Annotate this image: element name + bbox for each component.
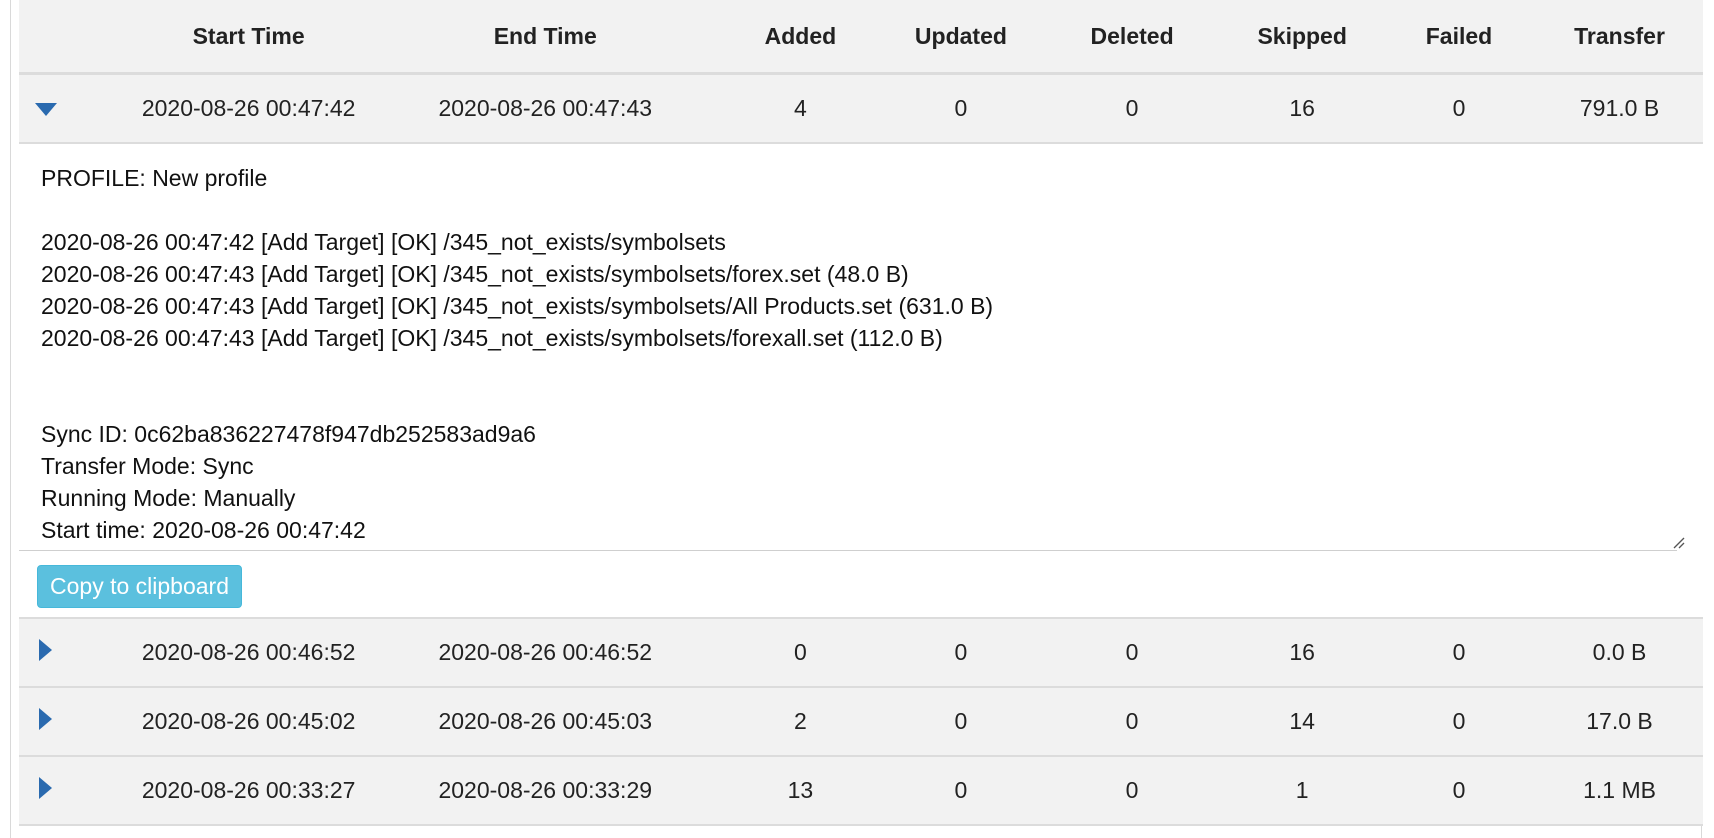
transfer-cell: 1.1 MB <box>1536 756 1703 826</box>
caret-right-icon[interactable] <box>39 707 52 730</box>
start-time-cell: 2020-08-26 00:45:02 <box>127 687 370 757</box>
column-header-end-time[interactable]: End Time <box>369 0 721 75</box>
table-row[interactable]: 2020-08-26 00:45:02 2020-08-26 00:45:03 … <box>19 687 1703 757</box>
start-time-cell: 2020-08-26 00:46:52 <box>127 618 370 688</box>
column-header-transfer[interactable]: Transfer <box>1536 0 1703 75</box>
caret-down-icon[interactable] <box>35 103 57 116</box>
transfer-cell: 791.0 B <box>1536 73 1703 144</box>
updated-cell: 0 <box>880 618 1042 688</box>
caret-right-icon[interactable] <box>39 638 52 661</box>
table-row[interactable]: 2020-08-26 00:47:42 2020-08-26 00:47:43 … <box>19 73 1703 144</box>
end-time-cell: 2020-08-26 00:45:03 <box>369 687 721 757</box>
sync-log-textarea[interactable]: PROFILE: New profile 2020-08-26 00:47:42… <box>19 162 1677 551</box>
failed-cell: 0 <box>1381 73 1537 144</box>
end-time-cell: 2020-08-26 00:47:43 <box>369 73 721 144</box>
row-toggle[interactable] <box>19 687 128 757</box>
start-time-cell: 2020-08-26 00:33:27 <box>127 756 370 826</box>
sync-history-panel: Start Time End Time Added Updated Delete… <box>10 0 1703 838</box>
transfer-cell: 17.0 B <box>1536 687 1703 757</box>
deleted-cell: 0 <box>1041 618 1223 688</box>
detail-cell: PROFILE: New profile 2020-08-26 00:47:42… <box>19 143 1703 619</box>
deleted-cell: 0 <box>1041 73 1223 144</box>
column-header-failed[interactable]: Failed <box>1381 0 1537 75</box>
column-header-deleted[interactable]: Deleted <box>1041 0 1223 75</box>
end-time-cell: 2020-08-26 00:46:52 <box>369 618 721 688</box>
copy-to-clipboard-button[interactable]: Copy to clipboard <box>37 565 242 608</box>
toggle-column-header <box>19 0 128 75</box>
row-toggle[interactable] <box>19 618 128 688</box>
column-header-updated[interactable]: Updated <box>880 0 1042 75</box>
skipped-cell: 1 <box>1222 756 1382 826</box>
column-header-skipped[interactable]: Skipped <box>1222 0 1382 75</box>
caret-right-icon[interactable] <box>39 776 52 799</box>
deleted-cell: 0 <box>1041 756 1223 826</box>
sync-history-table: Start Time End Time Added Updated Delete… <box>19 0 1703 826</box>
updated-cell: 0 <box>880 687 1042 757</box>
failed-cell: 0 <box>1381 687 1537 757</box>
added-cell: 2 <box>720 687 881 757</box>
deleted-cell: 0 <box>1041 687 1223 757</box>
end-time-cell: 2020-08-26 00:33:29 <box>369 756 721 826</box>
transfer-cell: 0.0 B <box>1536 618 1703 688</box>
added-cell: 13 <box>720 756 881 826</box>
failed-cell: 0 <box>1381 756 1537 826</box>
log-container: PROFILE: New profile 2020-08-26 00:47:42… <box>19 144 1687 551</box>
column-header-start-time[interactable]: Start Time <box>127 0 370 75</box>
skipped-cell: 16 <box>1222 618 1382 688</box>
added-cell: 0 <box>720 618 881 688</box>
column-header-added[interactable]: Added <box>720 0 881 75</box>
table-header-row: Start Time End Time Added Updated Delete… <box>19 0 1703 75</box>
skipped-cell: 16 <box>1222 73 1382 144</box>
updated-cell: 0 <box>880 756 1042 826</box>
skipped-cell: 14 <box>1222 687 1382 757</box>
table-row[interactable]: 2020-08-26 00:33:27 2020-08-26 00:33:29 … <box>19 756 1703 826</box>
row-toggle[interactable] <box>19 73 128 144</box>
detail-row: PROFILE: New profile 2020-08-26 00:47:42… <box>19 143 1703 619</box>
updated-cell: 0 <box>880 73 1042 144</box>
added-cell: 4 <box>720 73 881 144</box>
start-time-cell: 2020-08-26 00:47:42 <box>127 73 370 144</box>
row-toggle[interactable] <box>19 756 128 826</box>
table-row[interactable]: 2020-08-26 00:46:52 2020-08-26 00:46:52 … <box>19 618 1703 688</box>
failed-cell: 0 <box>1381 618 1537 688</box>
